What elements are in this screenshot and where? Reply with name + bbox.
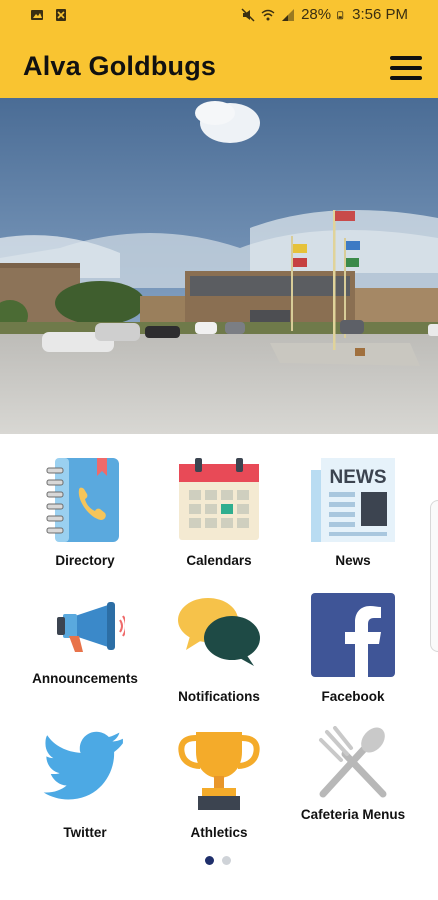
chat-bubbles-icon xyxy=(178,598,260,666)
app-notification-icon xyxy=(56,9,66,21)
announcements-label: Announcements xyxy=(32,671,138,686)
news-tile[interactable]: NEWS News xyxy=(293,456,413,576)
image-notification-icon xyxy=(31,10,43,20)
trophy-icon xyxy=(178,732,260,810)
directory-label: Directory xyxy=(55,553,115,568)
clock: 3:56 PM xyxy=(352,6,408,23)
directory-tile[interactable]: Directory xyxy=(25,456,145,576)
page-dot[interactable] xyxy=(222,856,231,865)
hamburger-menu-icon[interactable] xyxy=(390,56,422,80)
hero-carousel[interactable] xyxy=(0,98,438,434)
notifications-tile[interactable]: Notifications xyxy=(159,592,279,712)
calendars-label: Calendars xyxy=(186,553,252,568)
twitter-label: Twitter xyxy=(63,825,107,840)
twitter-tile[interactable]: Twitter xyxy=(25,730,145,850)
directory-icon xyxy=(46,458,119,542)
page-dot[interactable] xyxy=(205,856,214,865)
facebook-label: Facebook xyxy=(321,689,385,704)
facebook-tile[interactable]: Facebook xyxy=(293,592,413,712)
cafeteria-menus-tile[interactable]: Cafeteria Menus xyxy=(293,726,413,846)
calendar-icon xyxy=(179,458,259,540)
signal-icon xyxy=(282,8,295,21)
megaphone-icon xyxy=(57,602,125,652)
twitter-icon xyxy=(43,731,123,800)
battery-icon xyxy=(337,10,344,19)
status-bar: 28% 3:56 PM xyxy=(0,0,438,32)
notifications-label: Notifications xyxy=(178,689,260,704)
school-building-photo xyxy=(0,98,438,434)
news-label: News xyxy=(335,553,371,568)
wifi-icon xyxy=(261,9,275,20)
fork-spoon-icon xyxy=(319,726,387,798)
calendars-tile[interactable]: Calendars xyxy=(159,456,279,576)
battery-percent: 28% xyxy=(301,6,332,23)
cafeteria-menus-label: Cafeteria Menus xyxy=(300,807,406,822)
app-bar: Alva Goldbugs xyxy=(0,32,438,98)
app-title: Alva Goldbugs xyxy=(23,51,217,81)
facebook-icon xyxy=(311,593,395,677)
mute-icon xyxy=(241,7,255,22)
edge-panel-handle[interactable] xyxy=(430,500,438,652)
page-indicator xyxy=(205,856,231,865)
svg-text:NEWS: NEWS xyxy=(330,467,387,488)
news-icon: NEWS xyxy=(311,458,395,542)
announcements-tile[interactable]: Announcements xyxy=(25,592,145,712)
athletics-tile[interactable]: Athletics xyxy=(159,726,279,846)
athletics-label: Athletics xyxy=(190,825,248,840)
